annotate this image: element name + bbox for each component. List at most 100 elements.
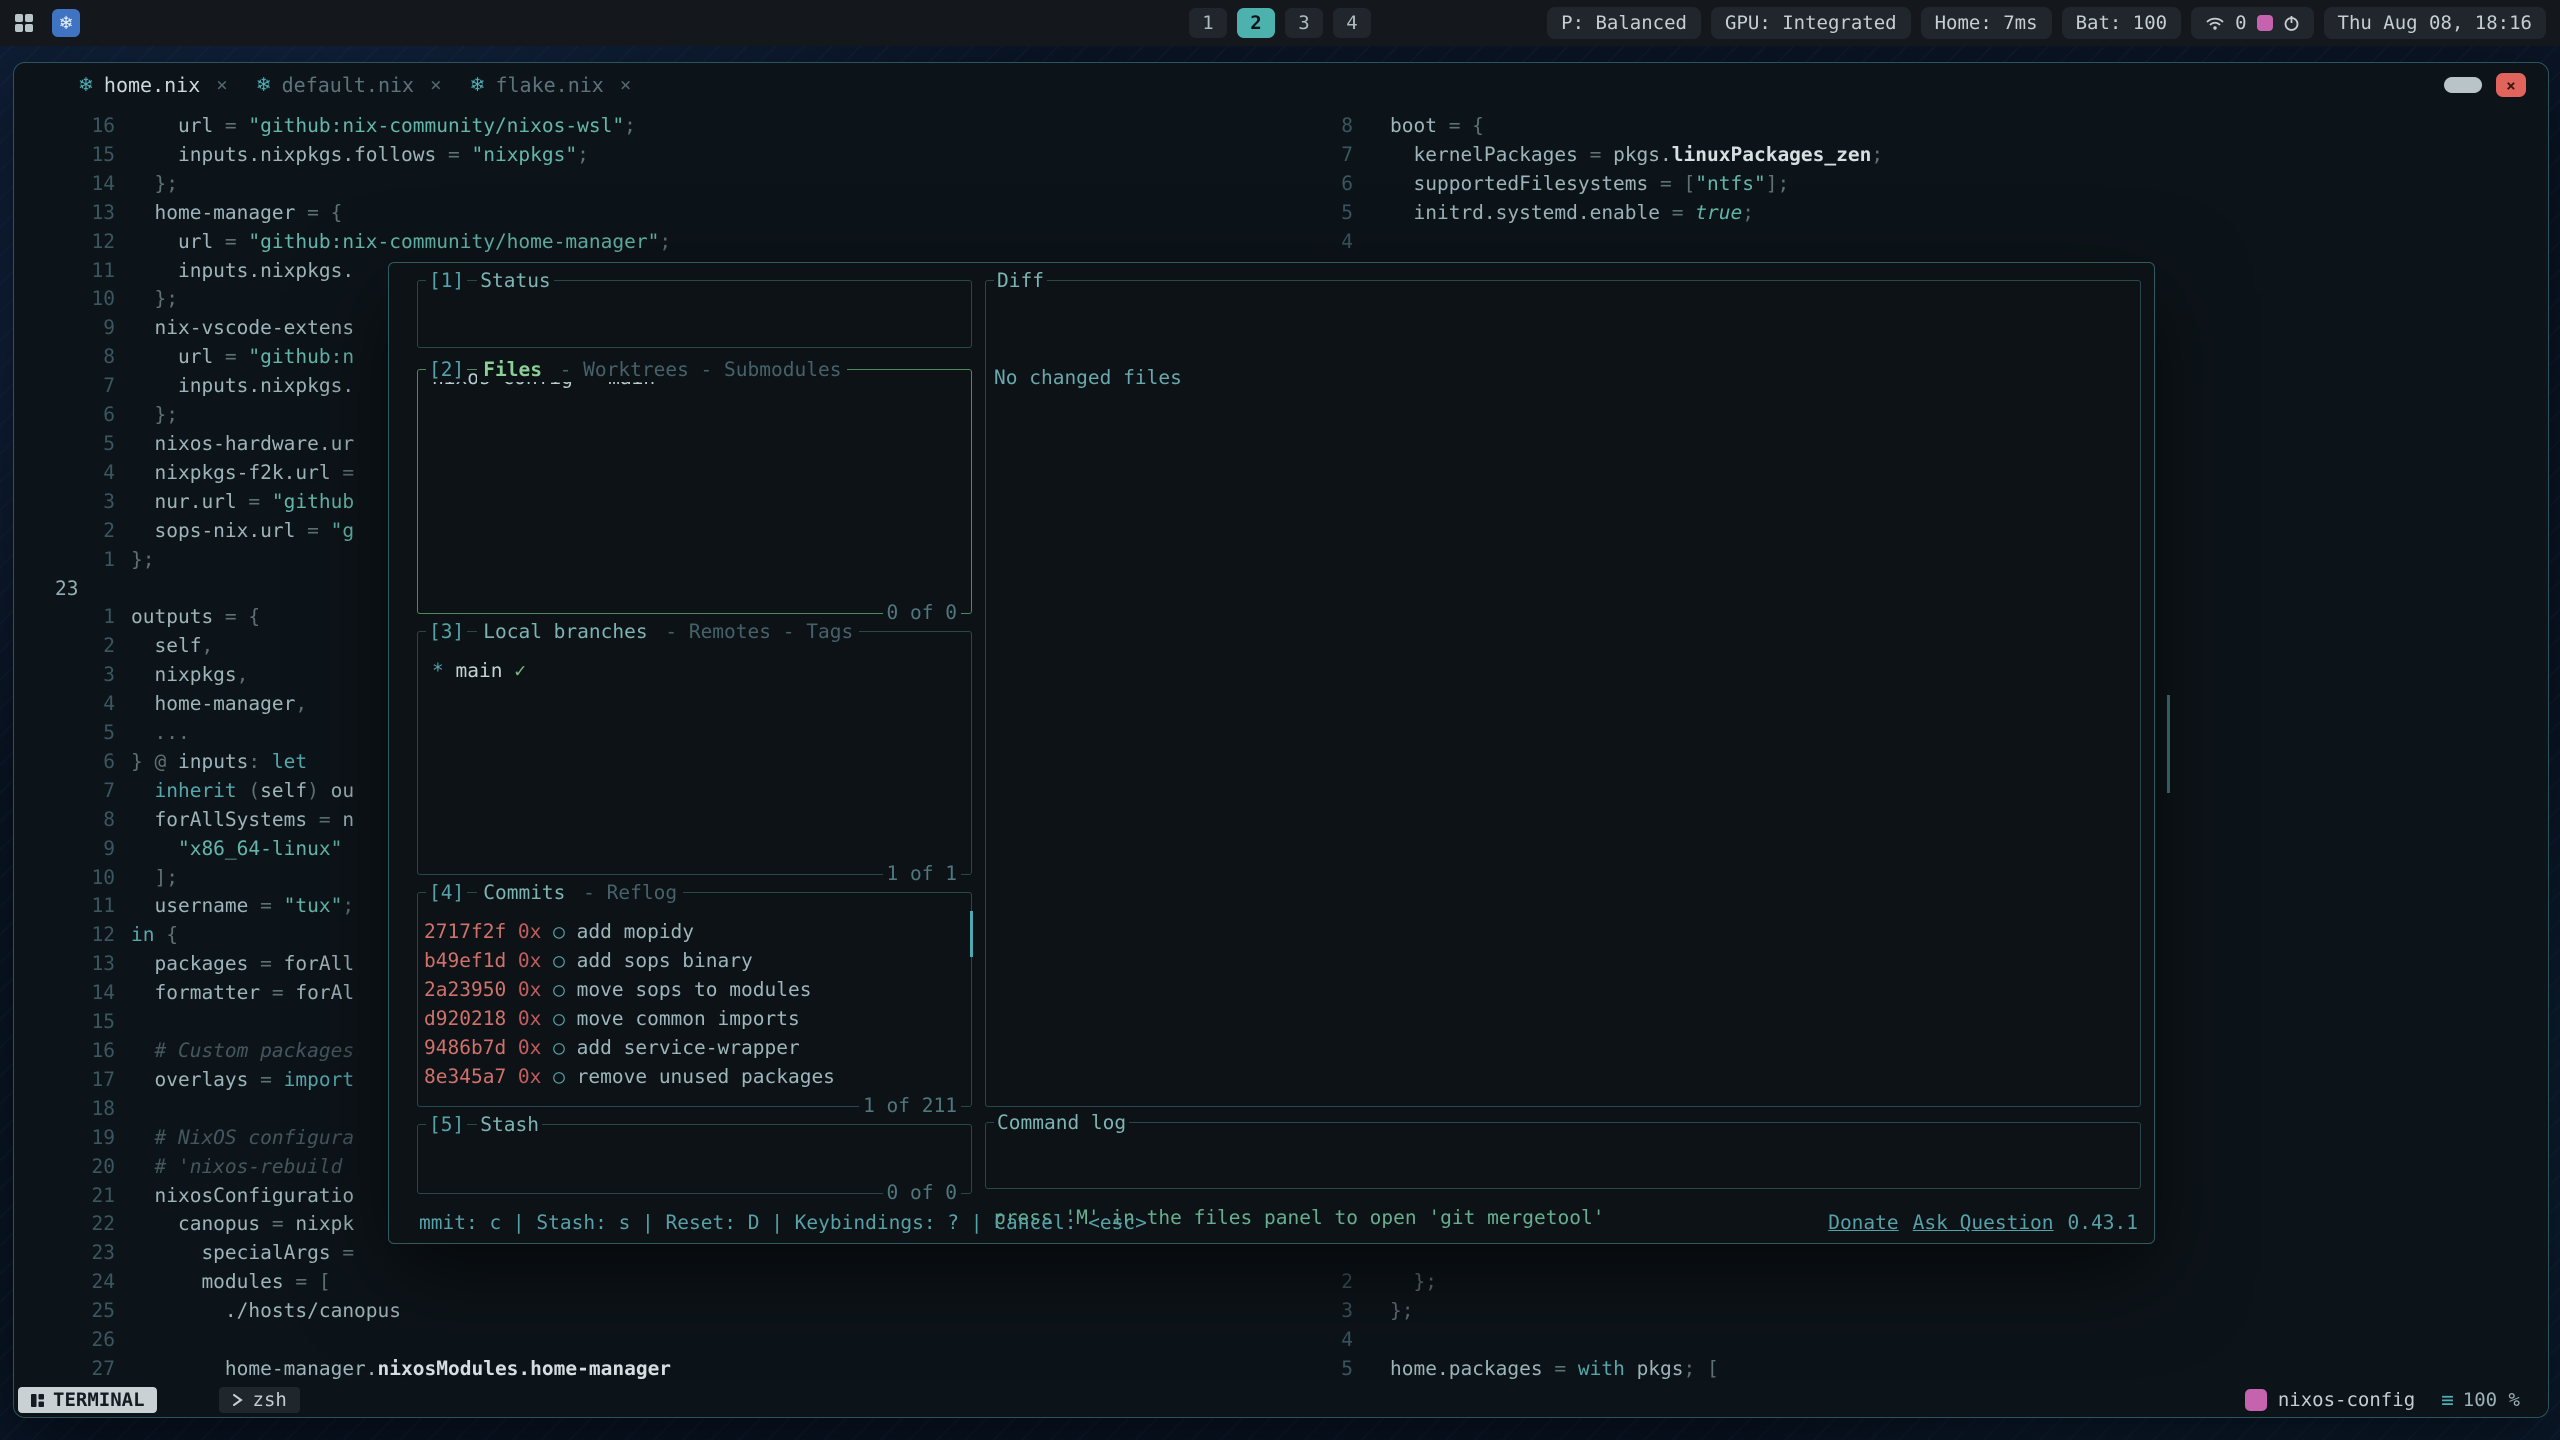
code-text: self,: [115, 632, 213, 661]
code-line[interactable]: 27 home-manager.nixosModules.home-manage…: [55, 1355, 671, 1383]
code-line[interactable]: 6 supportedFilesystems = ["ntfs"];: [1294, 170, 1883, 199]
editor-scrollbar[interactable]: [2167, 695, 2170, 793]
code-text: inputs.nixpkgs.follows = "nixpkgs";: [115, 141, 589, 170]
code-line[interactable]: 14 };: [55, 170, 671, 199]
commit-hash: b49ef1d: [424, 946, 518, 975]
line-number: 15: [55, 1008, 115, 1037]
commit-row[interactable]: d920218 0x ○ move common imports: [424, 1004, 965, 1033]
line-number: 13: [55, 199, 115, 228]
lazygit-files-panel[interactable]: [2]Files - Worktrees - Submodules 0 of 0: [417, 369, 972, 614]
code-line[interactable]: 26: [55, 1326, 671, 1355]
commit-node-icon: ○: [553, 1004, 576, 1033]
topbar-module[interactable]: Home: 7ms: [1921, 7, 2052, 39]
lazygit-branches-panel[interactable]: [3]Local branches - Remotes - Tags * mai…: [417, 631, 972, 875]
line-number: 2: [55, 632, 115, 661]
code-line[interactable]: 5home.packages = with pkgs; [: [1294, 1355, 1719, 1383]
line-number: 22: [55, 1210, 115, 1239]
code-text: home-manager,: [115, 690, 307, 719]
tab-flake.nix[interactable]: ❄flake.nix×: [470, 63, 632, 107]
tab-default.nix[interactable]: ❄default.nix×: [256, 63, 442, 107]
workspace-button-1[interactable]: 1: [1189, 8, 1227, 38]
code-line[interactable]: 16 url = "github:nix-community/nixos-wsl…: [55, 112, 671, 141]
minimize-button[interactable]: [2444, 77, 2482, 93]
workspace-button-3[interactable]: 3: [1285, 8, 1323, 38]
panel-number: [1]: [426, 269, 467, 293]
commit-list: 2717f2f 0x ○ add mopidyb49ef1d 0x ○ add …: [418, 893, 971, 1091]
branch-row[interactable]: * main ✓: [432, 656, 957, 685]
ask-question-link[interactable]: Ask Question: [1913, 1208, 2054, 1237]
donate-link[interactable]: Donate: [1828, 1208, 1898, 1237]
line-number: 2: [55, 517, 115, 546]
code-line[interactable]: 12 url = "github:nix-community/home-mana…: [55, 228, 671, 257]
commit-author: 0x: [518, 1062, 553, 1091]
lazygit-diff-panel[interactable]: Diff No changed files: [985, 280, 2141, 1107]
line-number: 1: [55, 546, 115, 575]
code-text: ...: [115, 719, 190, 748]
code-text: [115, 1095, 131, 1124]
diff-content: No changed files: [994, 363, 2126, 392]
lazygit-commits-panel[interactable]: [4]Commits - Reflog 2717f2f 0x ○ add mop…: [417, 892, 972, 1107]
code-line[interactable]: 25 ./hosts/canopus: [55, 1297, 671, 1326]
workspace-button-2[interactable]: 2: [1237, 8, 1275, 38]
code-text: };: [115, 401, 178, 430]
commit-row[interactable]: 9486b7d 0x ○ add service-wrapper: [424, 1033, 965, 1062]
line-number: 1: [55, 603, 115, 632]
line-number: 13: [55, 950, 115, 979]
code-line[interactable]: 4: [1294, 228, 1883, 257]
pane-tab-zsh[interactable]: zsh: [219, 1387, 300, 1413]
commits-scrollbar[interactable]: [970, 911, 973, 957]
code-text: specialArgs =: [115, 1239, 354, 1268]
lazygit-status-panel[interactable]: [1]Status nixos-config → main: [417, 280, 972, 348]
code-line[interactable]: 5 initrd.systemd.enable = true;: [1294, 199, 1883, 228]
code-text: home.packages = with pkgs; [: [1353, 1355, 1719, 1383]
code-line[interactable]: 15 inputs.nixpkgs.follows = "nixpkgs";: [55, 141, 671, 170]
code-line[interactable]: 4: [1294, 1326, 1719, 1355]
app-grid-icon[interactable]: [14, 13, 34, 33]
commit-row[interactable]: 2a23950 0x ○ move sops to modules: [424, 975, 965, 1004]
code-text: supportedFilesystems = ["ntfs"];: [1353, 170, 1789, 199]
code-line[interactable]: 3};: [1294, 1297, 1719, 1326]
close-button[interactable]: ×: [2496, 73, 2526, 97]
workspace-button-4[interactable]: 4: [1333, 8, 1371, 38]
panel-number: [3]: [426, 620, 467, 644]
commits-count: 1 of 211: [859, 1094, 961, 1118]
code-line[interactable]: 13 home-manager = {: [55, 199, 671, 228]
prompt-icon: [232, 1393, 244, 1407]
commit-author: 0x: [518, 1004, 553, 1033]
tab-home.nix[interactable]: ❄home.nix×: [78, 63, 228, 107]
tab-close-icon[interactable]: ×: [614, 74, 631, 96]
code-text: outputs = {: [115, 603, 260, 632]
branch-check-icon: ✓: [514, 656, 526, 685]
tab-close-icon[interactable]: ×: [210, 74, 227, 96]
commit-node-icon: ○: [553, 946, 576, 975]
tab-close-icon[interactable]: ×: [424, 74, 441, 96]
code-text: nixos-hardware.ur: [115, 430, 354, 459]
topbar-module[interactable]: GPU: Integrated: [1711, 7, 1911, 39]
panel-title-command-log: Command log: [994, 1111, 1129, 1135]
scroll-percent: 100 %: [2463, 1389, 2520, 1411]
commit-row[interactable]: 8e345a7 0x ○ remove unused packages: [424, 1062, 965, 1091]
panel-title-branches: [3]Local branches - Remotes - Tags: [426, 620, 859, 644]
line-number: 3: [55, 488, 115, 517]
commit-node-icon: ○: [553, 975, 576, 1004]
lazygit-window: [1]Status nixos-config → main [2]Files -…: [388, 262, 2155, 1244]
session-indicator[interactable]: nixos-config: [2245, 1389, 2415, 1411]
commit-author: 0x: [518, 917, 553, 946]
clock[interactable]: Thu Aug 08, 18:16: [2324, 7, 2546, 39]
topbar-module[interactable]: Bat: 100: [2062, 7, 2182, 39]
mode-indicator[interactable]: TERMINAL: [18, 1387, 157, 1413]
code-text: nixpkgs,: [115, 661, 248, 690]
code-text: sops-nix.url = "g: [115, 517, 354, 546]
commit-row[interactable]: 2717f2f 0x ○ add mopidy: [424, 917, 965, 946]
code-line[interactable]: 24 modules = [: [55, 1268, 671, 1297]
line-number: 12: [55, 921, 115, 950]
topbar-module[interactable]: P: Balanced: [1547, 7, 1701, 39]
lazygit-command-log-panel[interactable]: Command log press 'M' in the files panel…: [985, 1122, 2141, 1189]
wifi-icon: [2205, 15, 2225, 31]
code-line[interactable]: 8boot = {: [1294, 112, 1883, 141]
code-line[interactable]: 7 kernelPackages = pkgs.linuxPackages_ze…: [1294, 141, 1883, 170]
commit-row[interactable]: b49ef1d 0x ○ add sops binary: [424, 946, 965, 975]
nix-launcher-icon[interactable]: ❄: [52, 9, 80, 37]
system-tray[interactable]: 0: [2191, 7, 2313, 39]
lazygit-stash-panel[interactable]: [5]Stash 0 of 0: [417, 1124, 972, 1194]
